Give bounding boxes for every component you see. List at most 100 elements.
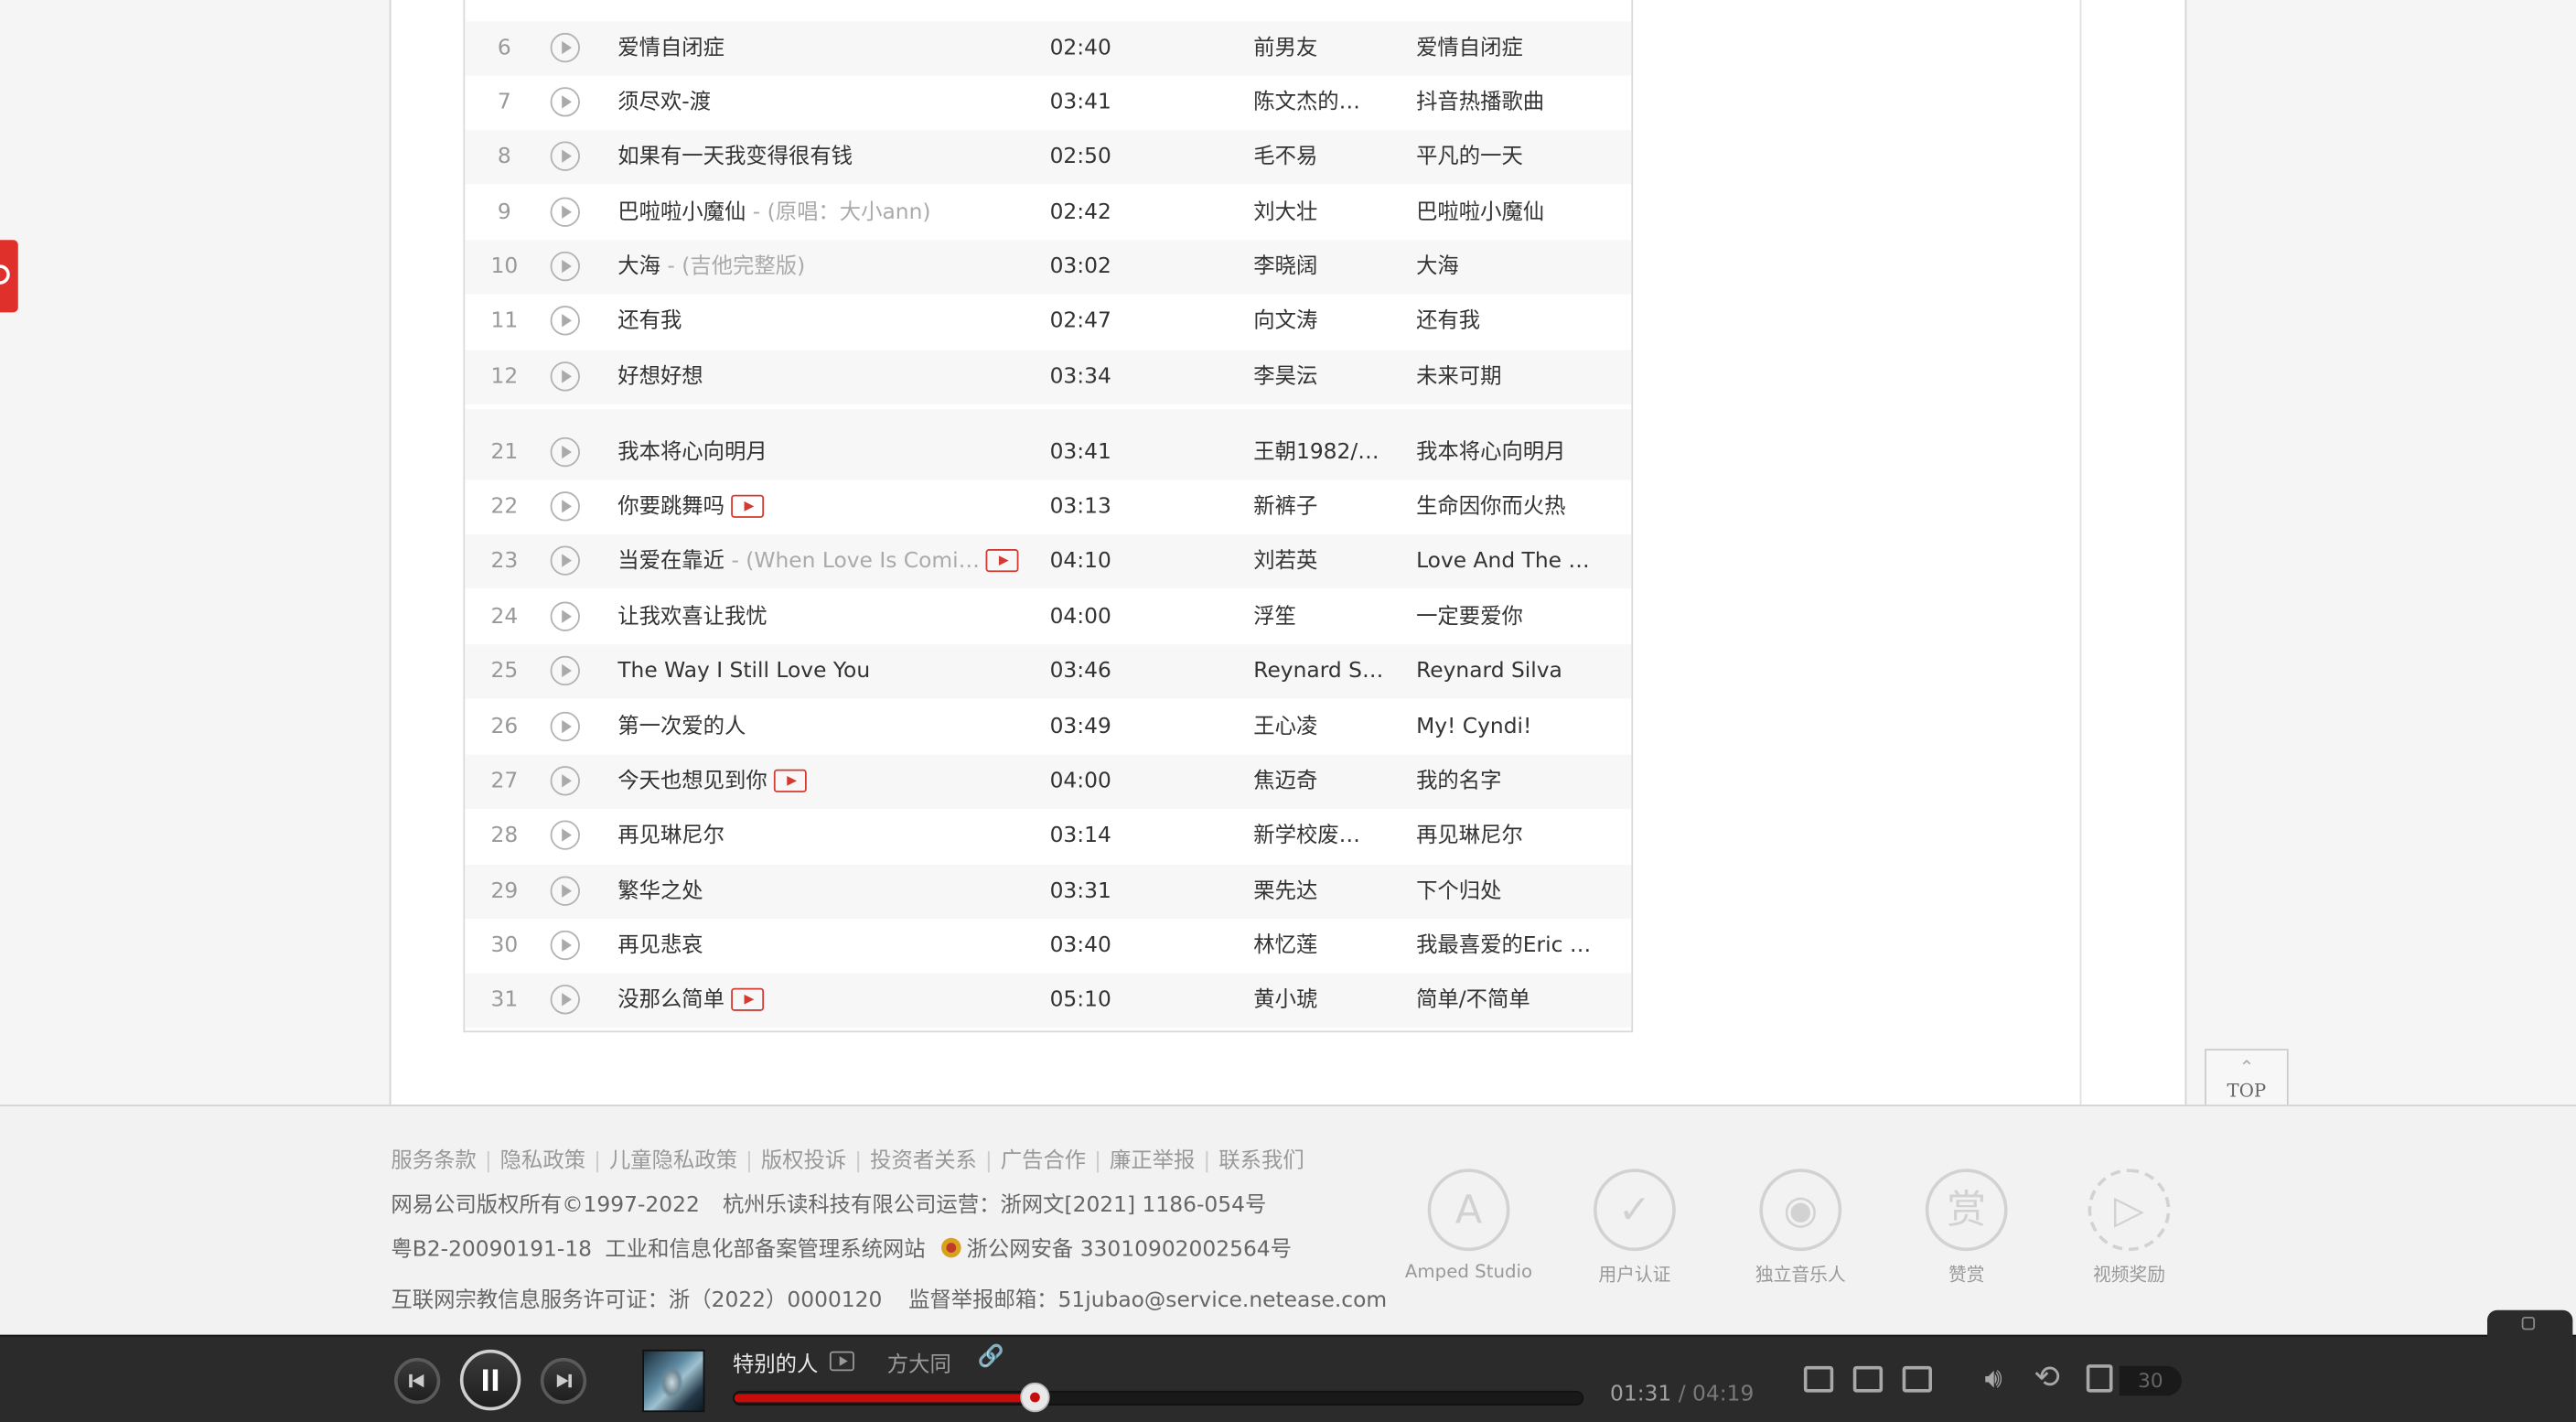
police-record-link[interactable]: 浙公网安备 33010902002564号 [967,1238,1292,1263]
song-album[interactable]: 未来可期 [1416,350,1597,404]
song-row[interactable]: 30 再见悲哀 03:40 林忆莲 我最喜爱的Eric … [465,919,1632,974]
play-circle-icon[interactable] [550,711,580,742]
song-artist[interactable]: 刘大壮 [1253,186,1385,240]
song-title[interactable]: 还有我 [617,309,682,334]
song-row[interactable]: 11 还有我 02:47 向文涛 还有我 [465,294,1632,349]
footer-link[interactable]: 广告合作 [1001,1149,1086,1174]
song-row[interactable]: 8 如果有一天我变得很有钱 02:50 毛不易 平凡的一天 [465,129,1632,185]
song-artist[interactable]: 新裤子 [1253,480,1385,534]
song-artist[interactable]: 栗先达 [1253,865,1385,919]
footer-link[interactable]: 联系我们 [1218,1149,1304,1174]
song-row[interactable]: 10 大海 - (吉他完整版) 03:02 李晓阔 大海 [465,240,1632,295]
progress-knob[interactable] [1020,1382,1050,1413]
song-title[interactable]: 大海 [617,254,660,279]
progress-bar[interactable] [732,1382,1584,1413]
song-album[interactable]: Reynard Silva [1416,644,1597,698]
footer-badge[interactable]: ◉ 独立音乐人 [1726,1169,1874,1287]
song-title[interactable]: 今天也想见到你 [617,770,767,794]
song-album[interactable]: 再见琳尼尔 [1416,809,1597,863]
song-title[interactable]: 繁华之处 [617,879,703,904]
song-row[interactable]: 22 你要跳舞吗 03:13 新裤子 生命因你而火热 [465,479,1632,534]
play-circle-icon[interactable] [550,545,580,576]
footer-link[interactable]: 投资者关系 [870,1149,977,1174]
song-album[interactable]: 下个归处 [1416,865,1597,919]
song-artist[interactable]: 黄小琥 [1253,974,1385,1028]
footer-link[interactable]: 版权投诉 [761,1149,846,1174]
song-row[interactable]: 31 没那么简单 05:10 黄小琥 简单/不简单 [465,973,1632,1028]
song-album[interactable]: 平凡的一天 [1416,130,1597,184]
song-artist[interactable]: 王心凌 [1253,700,1385,754]
icp-text[interactable]: 粤B2-20090191-18 [391,1238,592,1263]
link-icon[interactable]: 🔗 [978,1345,1004,1370]
song-title[interactable]: The Way I Still Love You [617,659,870,684]
song-artist[interactable]: 前男友 [1253,21,1385,75]
song-title[interactable]: 爱情自闭症 [617,37,724,61]
song-title[interactable]: 当爱在靠近 [617,549,724,574]
song-album[interactable]: 爱情自闭症 [1416,21,1597,75]
song-album[interactable]: 我的名字 [1416,755,1597,809]
play-circle-icon[interactable] [550,655,580,686]
song-album[interactable]: 一定要爱你 [1416,590,1597,644]
play-circle-icon[interactable] [550,601,580,631]
song-row[interactable]: 6 爱情自闭症 02:40 前男友 爱情自闭症 [465,21,1632,76]
song-artist[interactable]: 陈文杰的… [1253,76,1385,130]
song-album[interactable]: Love And The … [1416,534,1597,588]
play-circle-icon[interactable] [550,820,580,850]
play-circle-icon[interactable] [550,876,580,906]
feedback-side-tab[interactable] [0,240,18,313]
play-circle-icon[interactable] [550,930,580,961]
song-row[interactable]: 26 第一次爱的人 03:49 王心凌 My! Cyndi! [465,700,1632,755]
song-title[interactable]: 如果有一天我变得很有钱 [617,145,853,169]
now-playing-artist[interactable]: 方大同 [887,1346,951,1378]
play-circle-icon[interactable] [550,491,580,522]
song-artist[interactable]: 李晓阔 [1253,240,1385,294]
song-title[interactable]: 好想好想 [617,365,703,390]
song-title[interactable]: 没那么简单 [617,988,724,1013]
mv-icon[interactable] [829,1351,854,1372]
song-artist[interactable]: 刘若英 [1253,534,1385,588]
previous-track-button[interactable] [394,1357,441,1405]
pause-button[interactable] [459,1349,521,1411]
song-album[interactable]: 还有我 [1416,295,1597,349]
play-circle-icon[interactable] [550,985,580,1015]
share-icon[interactable] [1902,1365,1932,1393]
song-row[interactable]: 21 我本将心向明月 03:41 王朝1982/… 我本将心向明月 [465,426,1632,480]
play-circle-icon[interactable] [550,251,580,282]
song-title[interactable]: 再见悲哀 [617,933,703,958]
playlist-count[interactable]: 30 [2119,1365,2182,1396]
icp-link[interactable]: 工业和信息化部备案管理系统网站 [605,1238,925,1263]
song-row[interactable]: 25 The Way I Still Love You 03:46 Reynard S… [465,644,1632,699]
play-circle-icon[interactable] [550,306,580,336]
song-album[interactable]: 生命因你而火热 [1416,480,1597,534]
report-email-text[interactable]: 监督举报邮箱：51jubao@service.netease.com [908,1288,1387,1313]
now-playing-title[interactable]: 特别的人 [733,1346,818,1378]
song-title[interactable]: 第一次爱的人 [617,715,746,739]
song-album[interactable]: 我最喜爱的Eric … [1416,919,1597,973]
song-artist[interactable]: Reynard S… [1253,644,1385,698]
song-title[interactable]: 你要跳舞吗 [617,495,724,520]
lock-icon[interactable] [2486,1309,2573,1337]
song-artist[interactable]: 王朝1982/… [1253,426,1385,479]
footer-link[interactable]: 服务条款 [391,1149,476,1174]
footer-badge[interactable]: 赏赞赏 [1893,1169,2041,1287]
loop-icon[interactable]: ⟲ [2034,1360,2060,1396]
playlist-icon[interactable] [2086,1364,2113,1393]
song-row[interactable]: 28 再见琳尼尔 03:14 新学校废… 再见琳尼尔 [465,808,1632,864]
mv-icon[interactable] [731,986,765,1010]
picture-in-picture-icon[interactable] [1803,1365,1834,1393]
mv-icon[interactable] [731,493,765,517]
song-album[interactable]: 我本将心向明月 [1416,426,1597,479]
song-artist[interactable]: 向文涛 [1253,295,1385,349]
play-circle-icon[interactable] [550,436,580,468]
mv-icon[interactable] [773,768,807,792]
footer-badge[interactable]: A Amped Studio [1395,1169,1543,1282]
song-album[interactable]: 抖音热播歌曲 [1416,76,1597,130]
footer-link[interactable]: 廉正举报 [1110,1149,1195,1174]
song-title[interactable]: 巴啦啦小魔仙 [617,200,746,225]
add-to-playlist-icon[interactable] [1852,1365,1884,1393]
song-artist[interactable]: 李昊沄 [1253,350,1385,404]
album-cover[interactable] [642,1349,705,1413]
play-circle-icon[interactable] [550,361,580,392]
song-row[interactable]: 29 繁华之处 03:31 栗先达 下个归处 [465,864,1632,920]
song-title[interactable]: 我本将心向明月 [617,440,767,465]
